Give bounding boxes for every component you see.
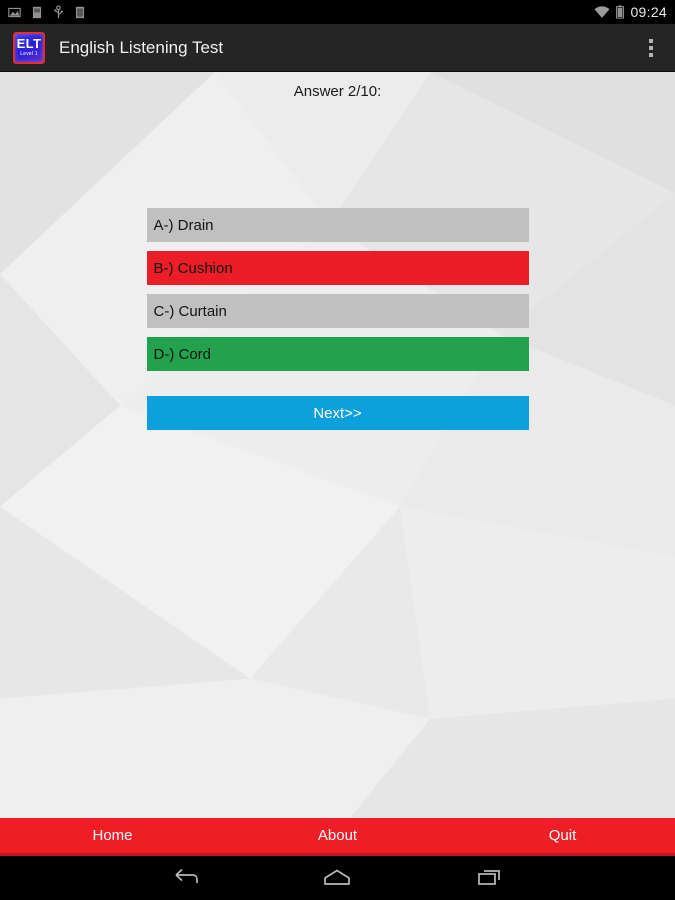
answer-option-c-label: C-) Curtain [153,302,227,320]
answer-options-list: A-) Drain B-) Cushion C-) Curtain D-) Co… [146,208,529,380]
wifi-icon [594,5,610,18]
bottom-nav-quit[interactable]: Quit [450,827,675,844]
app-action-bar: ELT Level 1 English Listening Test [0,24,675,72]
status-bar-left-icons [8,5,85,19]
app-title: English Listening Test [59,37,224,57]
system-nav-back-button[interactable] [158,861,214,895]
sdcard-icon [32,6,42,18]
app-logo-main-text: ELT [16,35,42,51]
app-logo-sub-text: Level 1 [20,50,38,57]
main-content: Answer 2/10: A-) Drain B-) Cushion C-) C… [0,72,675,818]
system-nav-home-button[interactable] [309,861,365,895]
bottom-nav-home[interactable]: Home [0,827,225,844]
overflow-dot [649,45,653,50]
answer-option-c[interactable]: C-) Curtain [146,294,529,328]
home-icon [324,869,351,885]
recents-icon [478,870,500,885]
next-button[interactable]: Next>> [146,396,529,430]
battery-icon [616,5,625,19]
bottom-app-nav: Home About Quit [0,818,675,856]
bottom-nav-about[interactable]: About [225,827,450,844]
usb-icon [54,5,63,19]
android-status-bar: 09:24 [0,0,675,24]
answer-option-d-label: D-) Cord [153,345,212,363]
answer-progress-label: Answer 2/10: [293,83,382,100]
status-bar-right: 09:24 [594,4,667,20]
answer-option-d[interactable]: D-) Cord [146,337,529,371]
answer-option-b-label: B-) Cushion [153,259,233,277]
answer-option-b[interactable]: B-) Cushion [146,251,529,285]
answer-option-a-label: A-) Drain [153,216,214,234]
overflow-dot [649,38,653,43]
back-icon [175,868,198,883]
storage-icon [75,6,85,18]
device-screen: 09:24 ELT Level 1 English Listening Test [0,0,675,900]
android-system-nav [0,856,675,900]
status-bar-clock: 09:24 [630,4,667,20]
screenshot-icon [8,7,21,17]
overflow-dot [649,52,653,57]
overflow-menu-icon[interactable] [637,30,665,66]
app-logo-icon: ELT Level 1 [13,31,45,64]
answer-option-a[interactable]: A-) Drain [146,208,529,242]
system-nav-recents-button[interactable] [461,861,517,895]
